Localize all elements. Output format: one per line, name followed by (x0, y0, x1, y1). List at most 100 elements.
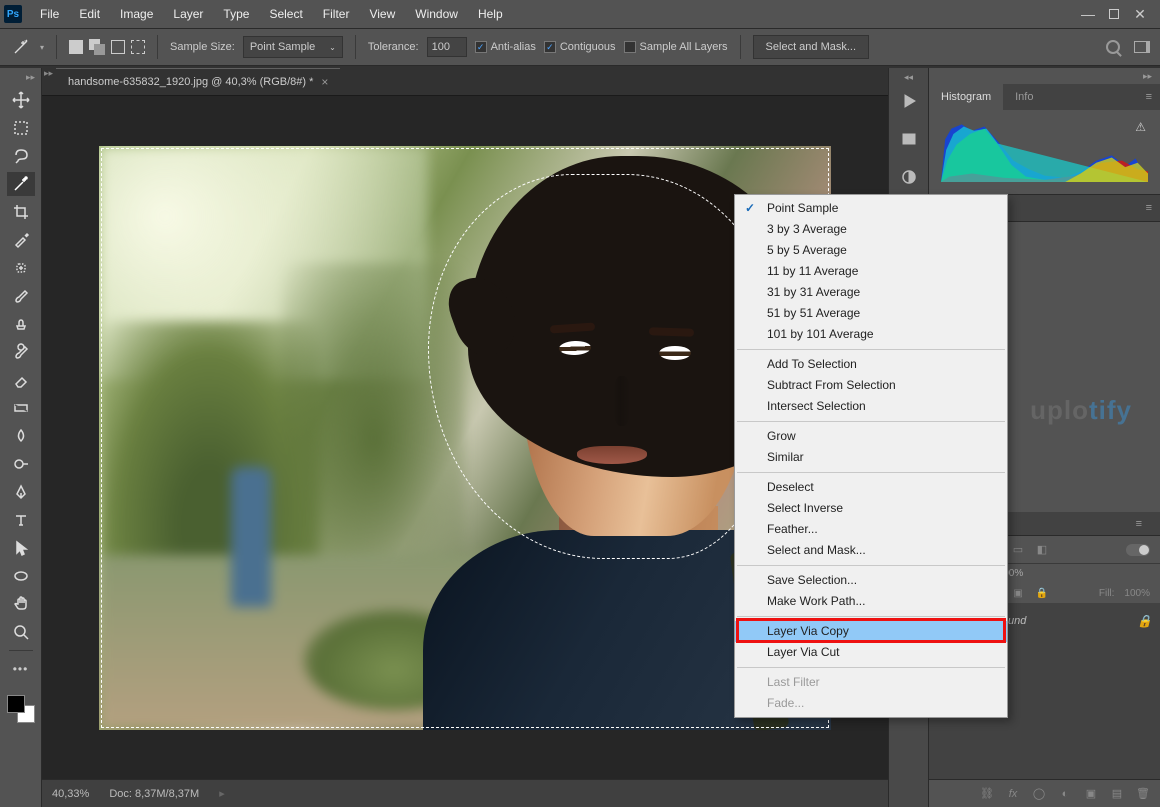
context-menu-item[interactable]: Similar (735, 447, 1007, 468)
workspace-switcher-icon[interactable] (1134, 41, 1150, 53)
context-menu-item[interactable]: Point Sample (735, 198, 1007, 219)
new-fill-adjustment-icon[interactable]: ◐ (1058, 787, 1072, 801)
menu-select[interactable]: Select (259, 0, 312, 28)
libraries-icon[interactable] (900, 130, 918, 148)
info-tab[interactable]: Info (1003, 84, 1045, 110)
antialias-checkbox[interactable]: Anti-alias (475, 41, 536, 53)
menu-type[interactable]: Type (213, 0, 259, 28)
marquee-tool-icon[interactable] (7, 116, 35, 140)
context-menu-item[interactable]: 31 by 31 Average (735, 282, 1007, 303)
play-actions-icon[interactable] (900, 92, 918, 110)
context-menu: Point Sample3 by 3 Average5 by 5 Average… (734, 194, 1008, 718)
panel-menu-icon[interactable]: ≡ (1138, 84, 1160, 110)
tolerance-input[interactable] (427, 37, 467, 57)
healing-brush-tool-icon[interactable] (7, 256, 35, 280)
hand-tool-icon[interactable] (7, 592, 35, 616)
menu-edit[interactable]: Edit (69, 0, 110, 28)
menu-file[interactable]: File (30, 0, 69, 28)
lasso-tool-icon[interactable] (7, 144, 35, 168)
lock-all-icon[interactable]: 🔒 (1035, 586, 1049, 600)
lock-artboard-icon[interactable]: ▣ (1011, 586, 1025, 600)
layer-fx-icon[interactable]: fx (1006, 787, 1020, 801)
document-canvas[interactable] (99, 146, 831, 730)
menu-filter[interactable]: Filter (313, 0, 360, 28)
panel-menu-icon[interactable]: ≡ (1138, 195, 1160, 221)
tool-preset-magic-wand-icon[interactable] (10, 36, 32, 58)
search-icon[interactable] (1106, 40, 1120, 54)
zoom-tool-icon[interactable] (7, 620, 35, 644)
filter-toggle[interactable] (1126, 544, 1150, 556)
context-menu-item[interactable]: Select Inverse (735, 498, 1007, 519)
color-swatches[interactable] (7, 695, 35, 723)
context-menu-item[interactable]: Subtract From Selection (735, 375, 1007, 396)
watermark: uplotify (1030, 395, 1132, 426)
document-tab[interactable]: handsome-635832_1920.jpg @ 40,3% (RGB/8#… (56, 68, 340, 95)
zoom-level[interactable]: 40,33% (52, 788, 89, 800)
doc-size[interactable]: Doc: 8,37M/8,37M (109, 788, 199, 800)
shape-tool-icon[interactable] (7, 564, 35, 588)
brush-tool-icon[interactable] (7, 284, 35, 308)
select-and-mask-button[interactable]: Select and Mask... (753, 35, 870, 59)
delete-layer-icon[interactable]: 🗑 (1136, 787, 1150, 801)
context-menu-item[interactable]: Layer Via Cut (735, 642, 1007, 663)
context-menu-item[interactable]: Select and Mask... (735, 540, 1007, 561)
filter-smart-icon[interactable]: ◧ (1035, 543, 1049, 557)
menu-image[interactable]: Image (110, 0, 163, 28)
sample-size-select[interactable]: Point Sample⌄ (243, 36, 343, 58)
adjustments-icon[interactable] (900, 168, 918, 186)
new-group-icon[interactable]: ▣ (1084, 787, 1098, 801)
context-menu-item[interactable]: 11 by 11 Average (735, 261, 1007, 282)
menu-help[interactable]: Help (468, 0, 513, 28)
close-icon[interactable]: ✕ (1134, 8, 1146, 20)
foreground-color-swatch[interactable] (7, 695, 25, 713)
contiguous-checkbox[interactable]: Contiguous (544, 41, 616, 53)
tab-chevrons-icon[interactable]: ▸▸ (44, 68, 53, 79)
history-brush-tool-icon[interactable] (7, 340, 35, 364)
menu-bar: Ps FileEditImageLayerTypeSelectFilterVie… (0, 0, 1160, 28)
context-menu-item: Fade... (735, 693, 1007, 714)
crop-tool-icon[interactable] (7, 200, 35, 224)
filter-shape-icon[interactable]: ▭ (1011, 543, 1025, 557)
eyedropper-tool-icon[interactable] (7, 228, 35, 252)
blur-tool-icon[interactable] (7, 424, 35, 448)
sample-all-layers-checkbox[interactable]: Sample All Layers (624, 41, 728, 53)
context-menu-item[interactable]: Add To Selection (735, 354, 1007, 375)
eraser-tool-icon[interactable] (7, 368, 35, 392)
context-menu-item[interactable]: Deselect (735, 477, 1007, 498)
context-menu-item[interactable]: 51 by 51 Average (735, 303, 1007, 324)
pen-tool-icon[interactable] (7, 480, 35, 504)
path-selection-tool-icon[interactable] (7, 536, 35, 560)
context-menu-item[interactable]: 5 by 5 Average (735, 240, 1007, 261)
histogram-warning-icon[interactable]: ⚠ (1135, 120, 1146, 134)
minimize-icon[interactable]: — (1082, 8, 1094, 20)
close-tab-icon[interactable]: × (321, 75, 328, 89)
fill-label: Fill: (1099, 588, 1115, 599)
selection-mode-icons[interactable] (69, 39, 145, 55)
layer-mask-icon[interactable]: ◯ (1032, 787, 1046, 801)
status-chevron-icon[interactable]: ▸ (219, 787, 225, 800)
histogram-tab[interactable]: Histogram (929, 84, 1003, 110)
menu-view[interactable]: View (359, 0, 405, 28)
new-layer-icon[interactable]: ▤ (1110, 787, 1124, 801)
context-menu-item[interactable]: Layer Via Copy (735, 621, 1007, 642)
magic-wand-tool-icon[interactable] (7, 172, 35, 196)
menu-layer[interactable]: Layer (163, 0, 213, 28)
context-menu-item[interactable]: 3 by 3 Average (735, 219, 1007, 240)
type-tool-icon[interactable] (7, 508, 35, 532)
clone-stamp-tool-icon[interactable] (7, 312, 35, 336)
maximize-icon[interactable] (1108, 8, 1120, 20)
menu-window[interactable]: Window (405, 0, 468, 28)
layer-lock-icon[interactable]: 🔒 (1137, 614, 1152, 628)
move-tool-icon[interactable] (7, 88, 35, 112)
context-menu-item[interactable]: Save Selection... (735, 570, 1007, 591)
edit-toolbar-icon[interactable]: ••• (7, 657, 35, 681)
context-menu-item[interactable]: Grow (735, 426, 1007, 447)
context-menu-item[interactable]: Make Work Path... (735, 591, 1007, 612)
context-menu-item[interactable]: Intersect Selection (735, 396, 1007, 417)
dodge-tool-icon[interactable] (7, 452, 35, 476)
context-menu-item[interactable]: Feather... (735, 519, 1007, 540)
context-menu-item[interactable]: 101 by 101 Average (735, 324, 1007, 345)
fill-value[interactable]: 100% (1124, 588, 1150, 599)
link-layers-icon[interactable]: ⛓ (980, 787, 994, 801)
gradient-tool-icon[interactable] (7, 396, 35, 420)
